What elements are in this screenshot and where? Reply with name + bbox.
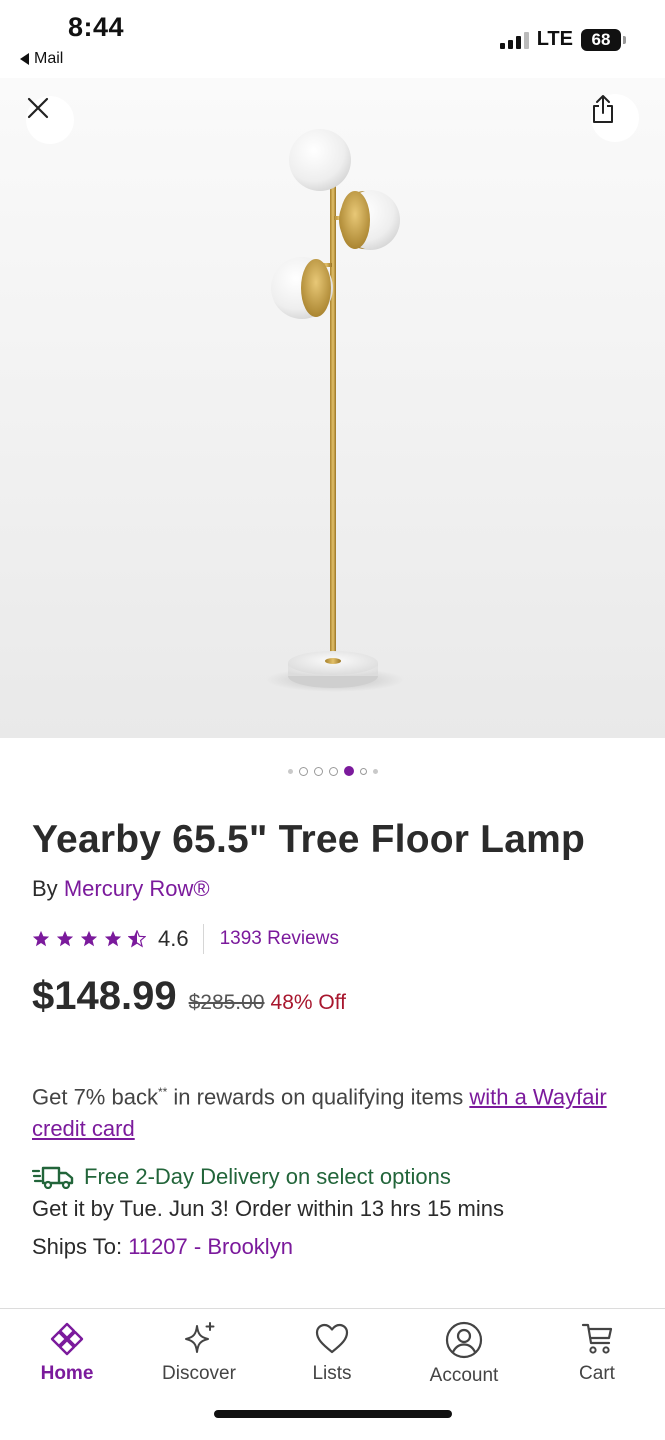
cellular-signal-icon	[499, 31, 529, 49]
pager-dot[interactable]	[328, 766, 338, 776]
sale-price: $148.99	[32, 974, 177, 1018]
cart-icon	[581, 1323, 613, 1354]
rating-value: 4.6	[158, 926, 189, 951]
rewards-text: Get 7% back	[32, 1084, 158, 1110]
star-icon	[56, 930, 74, 947]
nav-cart[interactable]: Cart	[542, 1321, 652, 1385]
reviews-link[interactable]: 1393 Reviews	[220, 928, 339, 950]
star-icon	[104, 930, 122, 947]
status-bar: 8:44 Mail LTE 68	[0, 0, 665, 78]
home-icon	[50, 1322, 84, 1356]
nav-cart-label: Cart	[579, 1363, 615, 1384]
share-icon	[593, 95, 613, 123]
product-image	[265, 129, 405, 692]
product-byline: By Mercury Row®	[32, 876, 210, 902]
close-icon	[27, 97, 49, 119]
nav-discover-label: Discover	[162, 1363, 236, 1384]
back-to-mail-link[interactable]: Mail	[20, 50, 63, 68]
nav-home-label: Home	[40, 1363, 94, 1384]
pager-dot[interactable]	[287, 768, 293, 774]
back-app-label: Mail	[34, 50, 64, 67]
rewards-text-cont: in rewards on qualifying items	[167, 1084, 470, 1110]
pager-dot[interactable]	[372, 768, 378, 774]
nav-lists-label: Lists	[312, 1363, 352, 1384]
back-arrow-icon	[20, 53, 29, 65]
rating-row[interactable]: 4.6 1393 Reviews	[32, 924, 339, 954]
rating-divider	[202, 924, 204, 954]
product-title: Yearby 65.5" Tree Floor Lamp	[32, 818, 585, 861]
brand-link[interactable]: Mercury Row®	[64, 876, 210, 901]
status-time: 8:44	[68, 12, 125, 42]
ships-to-zip-link[interactable]: 11207 - Brooklyn	[128, 1234, 293, 1259]
battery-icon: 68	[581, 28, 626, 51]
nav-home[interactable]: Home	[12, 1321, 122, 1385]
delivery-estimate: Get it by Tue. Jun 3! Order within 13 hr…	[32, 1196, 504, 1221]
heart-icon	[315, 1323, 349, 1354]
pager-dot[interactable]	[298, 766, 308, 776]
delivery-headline: Free 2-Day Delivery on select options	[32, 1164, 451, 1190]
star-icon	[80, 930, 98, 947]
nav-account-label: Account	[429, 1365, 499, 1386]
pager-dot[interactable]	[359, 767, 367, 775]
network-type: LTE	[536, 28, 573, 50]
pager-dot[interactable]	[313, 766, 323, 776]
star-half-icon	[128, 930, 146, 948]
ships-to-label: Ships To:	[32, 1234, 123, 1259]
by-label: By	[32, 876, 58, 901]
rewards-footnote-marker: **	[157, 1085, 168, 1099]
share-button[interactable]	[591, 94, 639, 142]
sparkle-icon	[185, 1322, 215, 1353]
nav-discover[interactable]: Discover	[144, 1321, 254, 1385]
rewards-promo: Get 7% back** in rewards on qualifying i…	[32, 1076, 632, 1145]
rating-stars	[32, 930, 146, 948]
ships-to: Ships To: 11207 - Brooklyn	[32, 1234, 293, 1260]
free-delivery-text: Free 2-Day Delivery on select options	[84, 1164, 451, 1189]
bottom-nav: Home Discover Lists Account Cart	[0, 1308, 665, 1440]
status-indicators: LTE 68	[499, 28, 626, 51]
pager-dot-active[interactable]	[343, 766, 354, 776]
home-indicator[interactable]	[214, 1410, 452, 1418]
account-icon	[445, 1321, 483, 1359]
original-price: $285.00	[188, 991, 265, 1014]
image-pager[interactable]	[0, 762, 665, 780]
star-icon	[32, 930, 50, 947]
product-image-carousel[interactable]	[0, 78, 665, 738]
delivery-truck-icon	[32, 1166, 74, 1189]
discount-label: 48% Off	[270, 991, 347, 1014]
nav-lists[interactable]: Lists	[277, 1321, 387, 1385]
price-row: $148.99 $285.00 48% Off	[32, 974, 346, 1019]
close-button[interactable]	[26, 96, 74, 144]
nav-account[interactable]: Account	[409, 1321, 519, 1387]
